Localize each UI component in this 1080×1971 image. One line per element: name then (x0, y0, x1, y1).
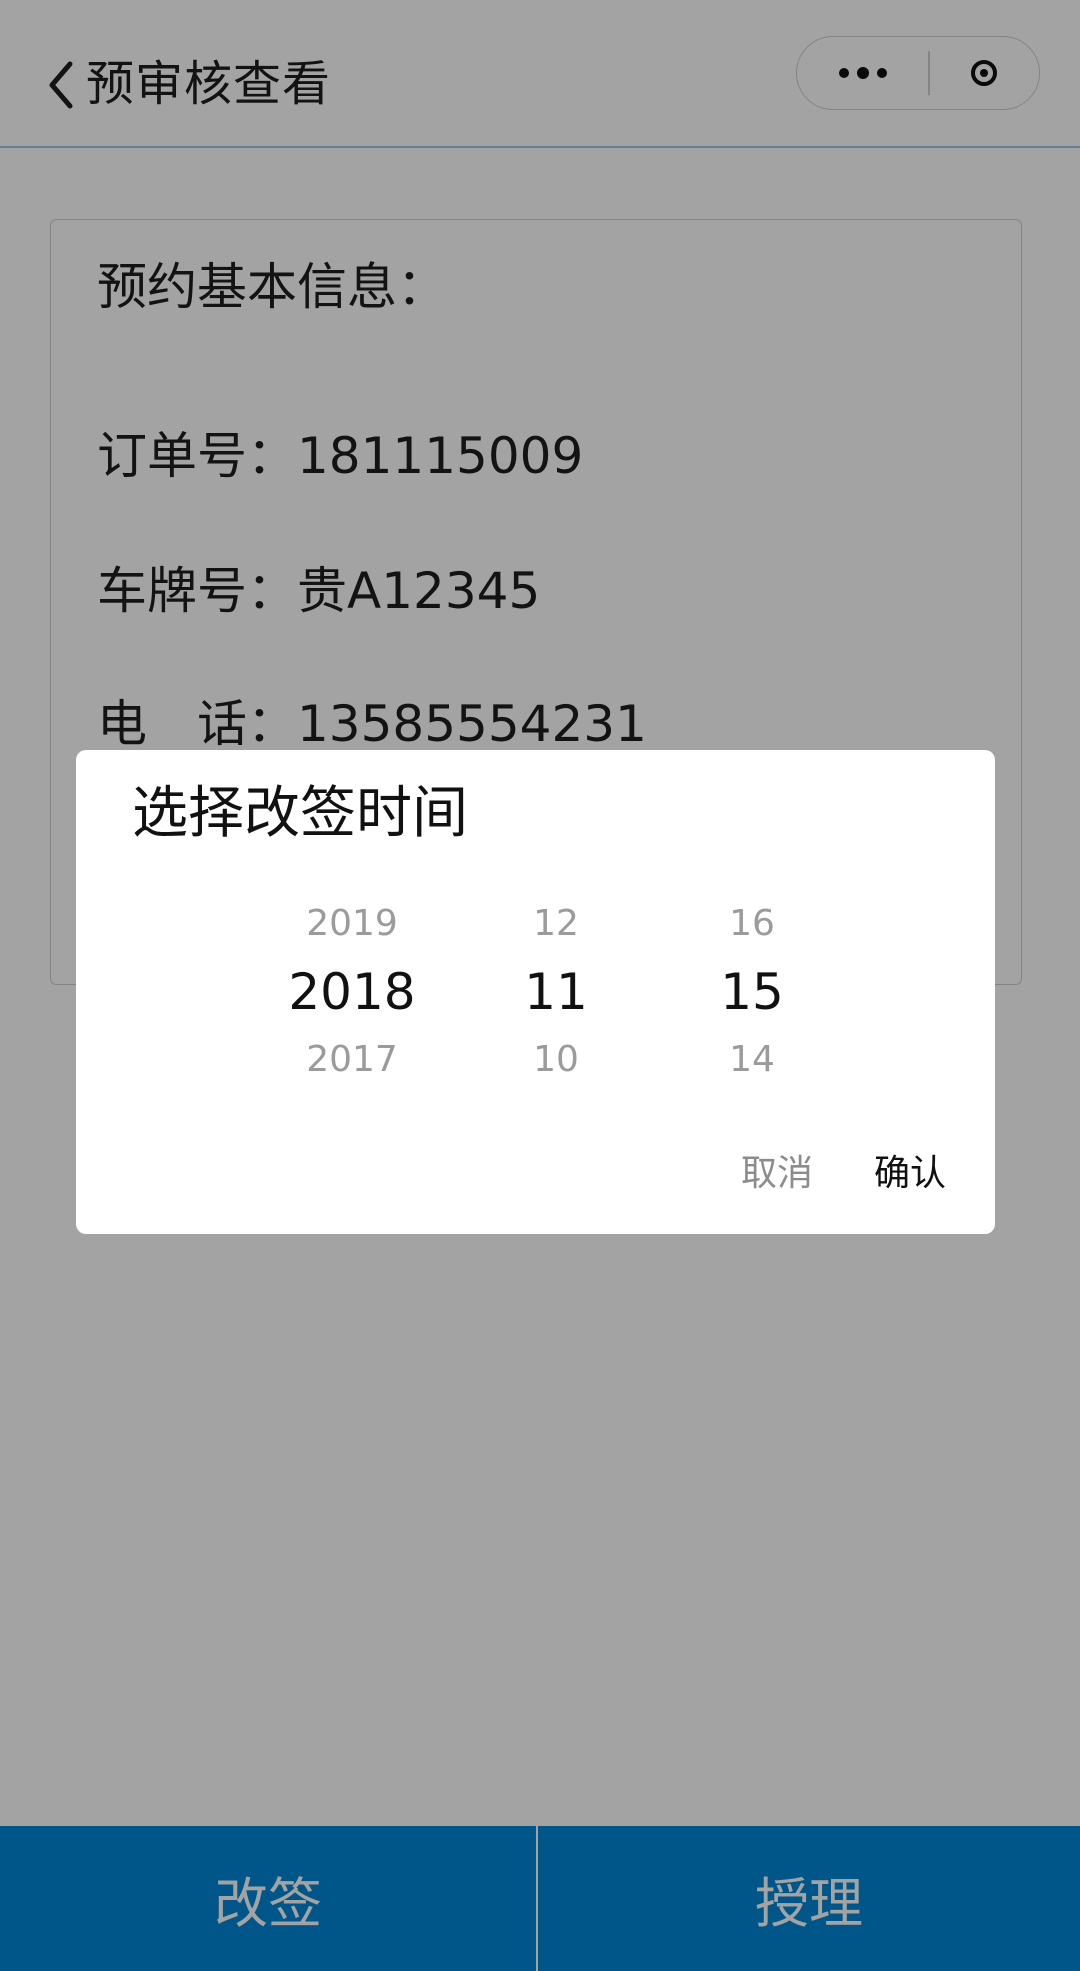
year-option-prev[interactable]: 2019 (252, 890, 452, 958)
date-picker-dialog: 选择改签时间 2019 2018 2017 12 11 10 16 15 14 … (76, 750, 995, 1234)
month-option-prev[interactable]: 12 (456, 890, 656, 958)
day-option-prev[interactable]: 16 (652, 890, 852, 958)
year-option-next[interactable]: 2017 (252, 1026, 452, 1094)
dialog-title: 选择改签时间 (132, 781, 468, 846)
year-option-selected[interactable]: 2018 (252, 958, 452, 1026)
month-picker[interactable]: 12 11 10 (456, 890, 656, 1094)
year-picker[interactable]: 2019 2018 2017 (252, 890, 452, 1094)
cancel-button[interactable]: 取消 (741, 1150, 813, 1198)
month-option-next[interactable]: 10 (456, 1026, 656, 1094)
day-option-next[interactable]: 14 (652, 1026, 852, 1094)
month-option-selected[interactable]: 11 (456, 958, 656, 1026)
day-option-selected[interactable]: 15 (652, 958, 852, 1026)
confirm-button[interactable]: 确认 (874, 1150, 946, 1198)
day-picker[interactable]: 16 15 14 (652, 890, 852, 1094)
